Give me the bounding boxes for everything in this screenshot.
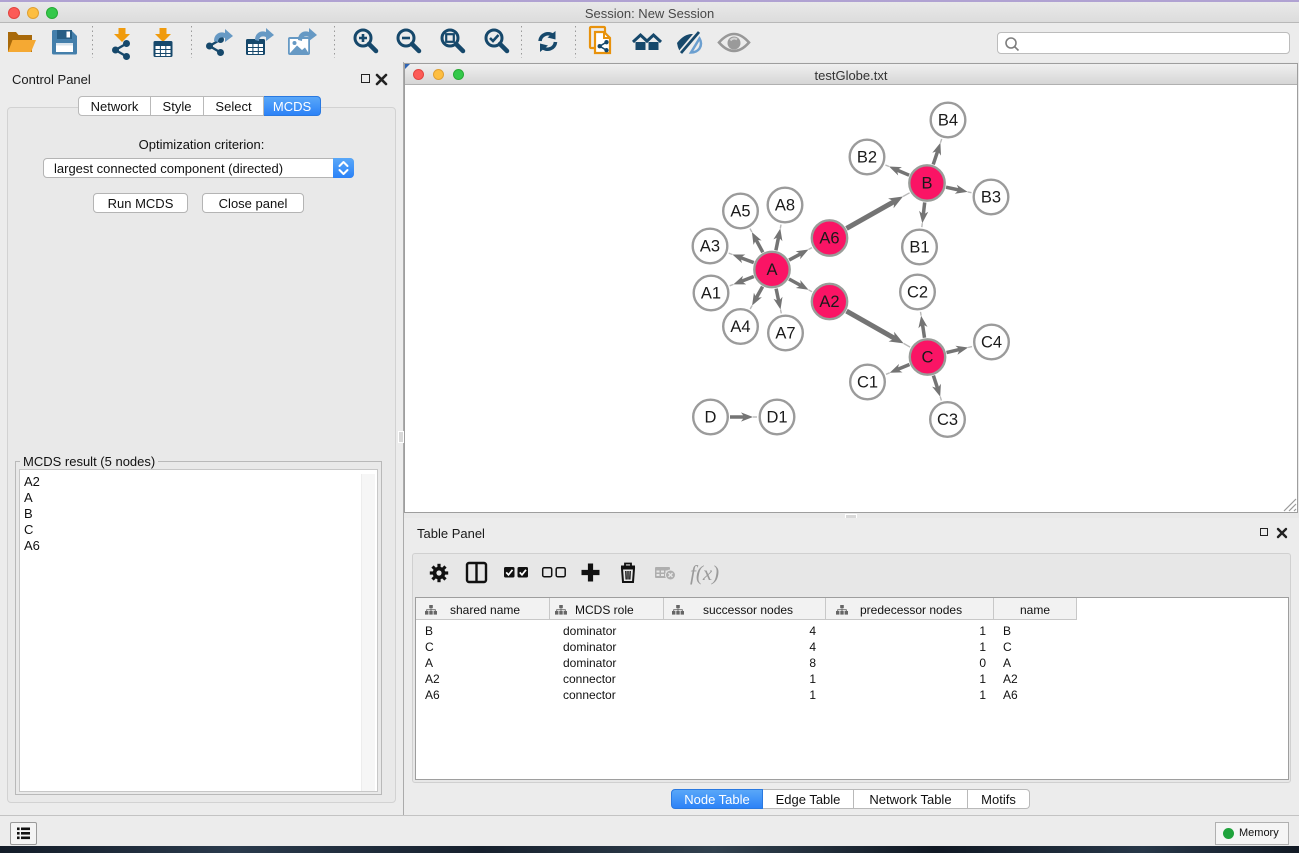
svg-text:D: D [705, 409, 717, 427]
svg-text:f(x): f(x) [690, 561, 719, 585]
svg-text:B: B [921, 175, 932, 193]
svg-text:D1: D1 [766, 409, 787, 427]
svg-text:A2: A2 [819, 293, 839, 311]
svg-text:C3: C3 [937, 411, 958, 429]
svg-text:B2: B2 [857, 149, 877, 167]
svg-text:C2: C2 [907, 284, 928, 302]
svg-text:A8: A8 [775, 197, 795, 215]
svg-text:A7: A7 [775, 325, 795, 343]
svg-text:B3: B3 [981, 189, 1001, 207]
svg-text:A5: A5 [730, 203, 750, 221]
svg-text:A6: A6 [819, 230, 839, 248]
svg-text:A: A [766, 261, 777, 279]
svg-text:A3: A3 [700, 238, 720, 256]
svg-text:C4: C4 [981, 334, 1002, 352]
svg-text:A1: A1 [701, 285, 721, 303]
svg-text:B1: B1 [909, 239, 929, 257]
svg-text:B4: B4 [938, 112, 958, 130]
svg-text:A4: A4 [730, 318, 750, 336]
svg-text:C: C [922, 349, 934, 367]
svg-text:C1: C1 [857, 374, 878, 392]
